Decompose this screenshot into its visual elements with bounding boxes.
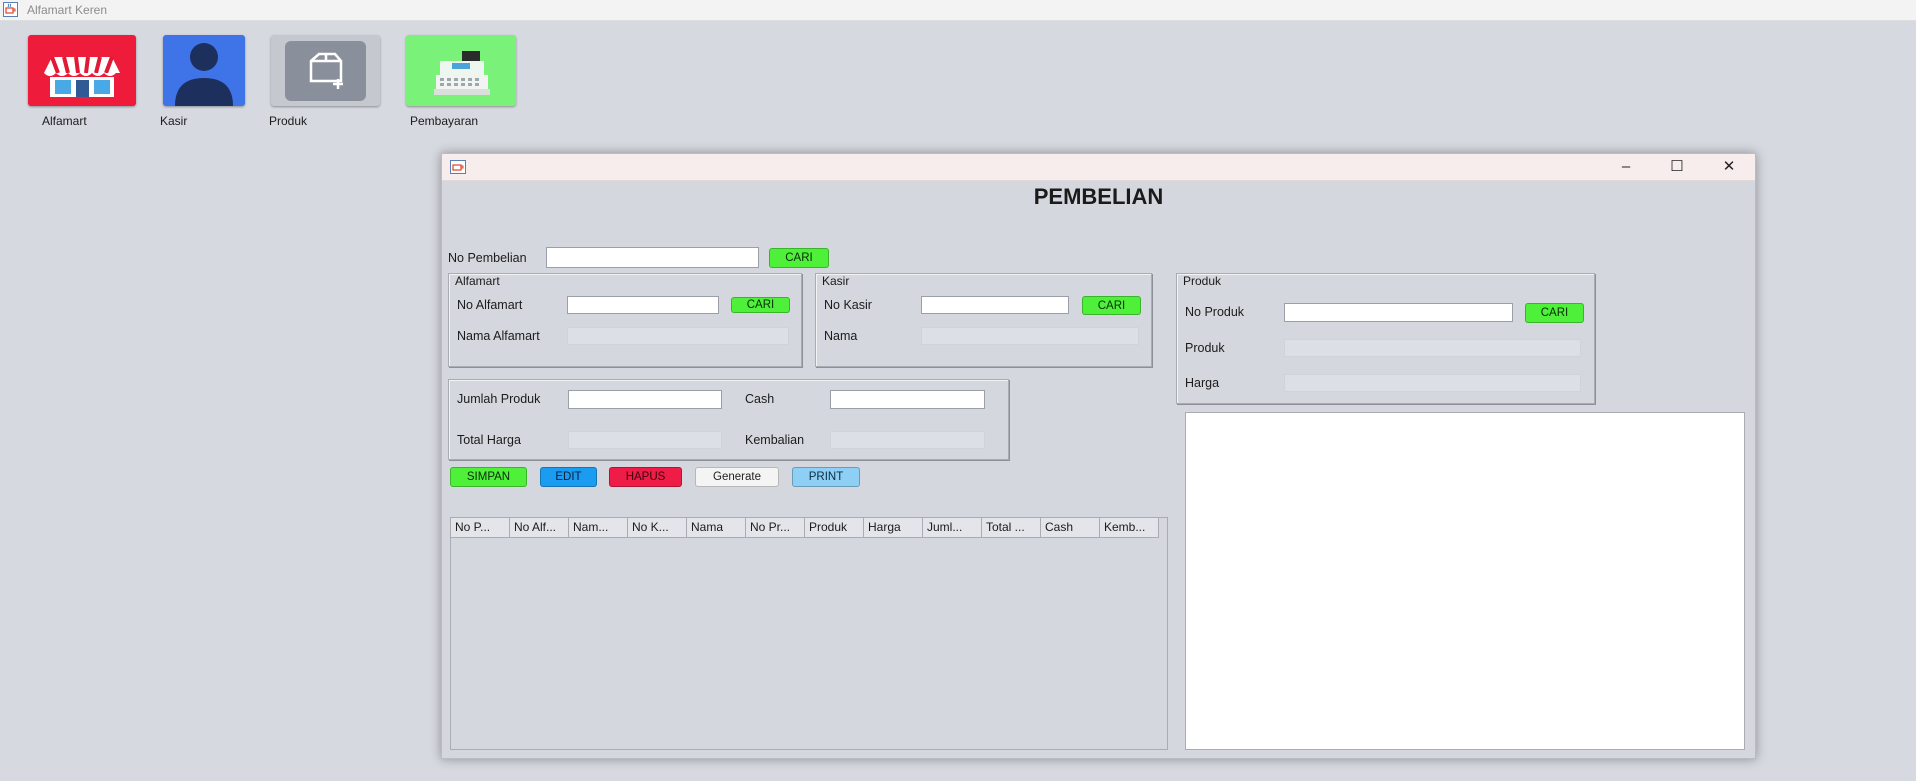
- column-header[interactable]: Juml...: [923, 518, 982, 537]
- pembelian-table[interactable]: No P... No Alf... Nam... No K... Nama No…: [450, 517, 1168, 750]
- java-app-icon: [3, 2, 18, 17]
- kasir-group: Kasir No Kasir CARI Nama: [815, 273, 1152, 367]
- generate-button[interactable]: Generate: [695, 467, 779, 487]
- column-header[interactable]: Total ...: [982, 518, 1041, 537]
- box-add-icon: [285, 41, 366, 101]
- print-button[interactable]: PRINT: [792, 467, 860, 487]
- page-title: PEMBELIAN: [1033, 184, 1164, 209]
- no-kasir-input[interactable]: [921, 296, 1069, 314]
- jumlah-produk-label: Jumlah Produk: [457, 392, 541, 406]
- edit-button[interactable]: EDIT: [540, 467, 597, 487]
- nama-kasir-field: [921, 327, 1139, 345]
- no-produk-input[interactable]: [1284, 303, 1513, 322]
- harga-label: Harga: [1185, 376, 1220, 390]
- produk-field: [1284, 339, 1581, 357]
- kasir-group-title: Kasir: [822, 274, 850, 288]
- minimize-button[interactable]: –: [1604, 156, 1648, 178]
- produk-label: Produk: [1185, 341, 1225, 355]
- hapus-button[interactable]: HAPUS: [609, 467, 682, 487]
- no-alfamart-input[interactable]: [567, 296, 719, 314]
- kembalian-label: Kembalian: [745, 433, 805, 447]
- no-pembelian-input[interactable]: [546, 247, 759, 268]
- store-icon: [44, 56, 120, 97]
- payment-group: Jumlah Produk Cash Total Harga Kembalian: [448, 379, 1009, 460]
- cash-label: Cash: [745, 392, 775, 406]
- total-harga-field: [568, 431, 722, 449]
- cash-register-icon: [434, 51, 490, 95]
- cari-kasir-button[interactable]: CARI: [1082, 296, 1141, 315]
- harga-field: [1284, 374, 1581, 392]
- alfamart-launcher-label: Alfamart: [42, 114, 87, 128]
- total-harga-label: Total Harga: [457, 433, 521, 447]
- no-pembelian-label: No Pembelian: [448, 251, 527, 265]
- close-button[interactable]: ✕: [1707, 156, 1751, 178]
- pembayaran-launcher[interactable]: [406, 35, 516, 106]
- simpan-button[interactable]: SIMPAN: [450, 467, 527, 487]
- cari-produk-button[interactable]: CARI: [1525, 303, 1584, 323]
- produk-launcher[interactable]: [271, 35, 380, 106]
- pembayaran-launcher-label: Pembayaran: [410, 114, 479, 128]
- no-kasir-label: No Kasir: [824, 298, 872, 312]
- column-header[interactable]: Nama: [687, 518, 746, 537]
- cash-input[interactable]: [830, 390, 985, 409]
- alfamart-group: Alfamart No Alfamart CARI Nama Alfamart: [448, 273, 802, 367]
- produk-group-title: Produk: [1183, 274, 1222, 288]
- column-header[interactable]: No Alf...: [510, 518, 569, 537]
- column-header[interactable]: Harga: [864, 518, 923, 537]
- user-icon: [175, 43, 233, 106]
- table-header: No P... No Alf... Nam... No K... Nama No…: [451, 518, 1159, 538]
- app-title: Alfamart Keren: [27, 3, 108, 17]
- java-app-icon: [450, 160, 466, 174]
- maximize-button[interactable]: ☐: [1655, 156, 1699, 178]
- kasir-launcher[interactable]: [163, 35, 245, 106]
- column-header[interactable]: Produk: [805, 518, 864, 537]
- alfamart-launcher[interactable]: [28, 35, 136, 106]
- app-titlebar: Alfamart Keren: [0, 0, 1916, 21]
- column-header[interactable]: Nam...: [569, 518, 628, 537]
- column-header[interactable]: Cash: [1041, 518, 1100, 537]
- nama-alfamart-label: Nama Alfamart: [457, 329, 540, 343]
- column-header[interactable]: No K...: [628, 518, 687, 537]
- cari-pembelian-button[interactable]: CARI: [769, 248, 829, 268]
- nama-alfamart-field: [567, 327, 789, 345]
- produk-launcher-label: Produk: [269, 114, 308, 128]
- produk-group: Produk No Produk CARI Produk Harga: [1176, 273, 1595, 404]
- cari-alfamart-button[interactable]: CARI: [731, 297, 790, 313]
- alfamart-group-title: Alfamart: [455, 274, 500, 288]
- kembalian-field: [830, 431, 985, 449]
- receipt-textarea[interactable]: [1185, 412, 1745, 750]
- column-header[interactable]: No P...: [451, 518, 510, 537]
- kasir-launcher-label: Kasir: [160, 114, 188, 128]
- jumlah-produk-input[interactable]: [568, 390, 722, 409]
- pembelian-window: – ☐ ✕ PEMBELIAN No Pembelian CARI Alfama…: [441, 153, 1756, 759]
- nama-kasir-label: Nama: [824, 329, 858, 343]
- no-alfamart-label: No Alfamart: [457, 298, 523, 312]
- column-header[interactable]: Kemb...: [1100, 518, 1159, 537]
- no-produk-label: No Produk: [1185, 305, 1245, 319]
- column-header[interactable]: No Pr...: [746, 518, 805, 537]
- window-titlebar[interactable]: – ☐ ✕: [442, 154, 1755, 181]
